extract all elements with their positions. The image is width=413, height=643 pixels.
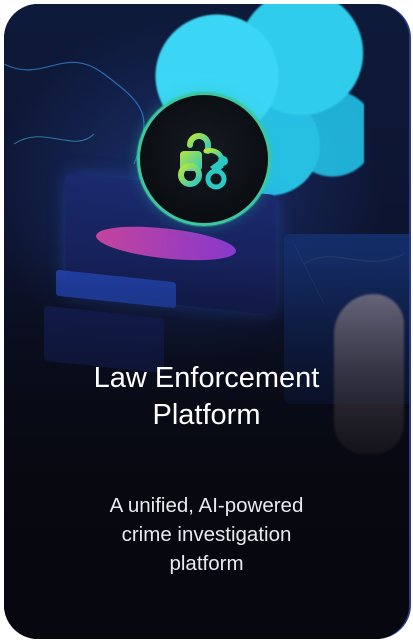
description-line-1: A unified, AI-powered <box>109 494 304 517</box>
title-line-1: Law Enforcement <box>93 362 320 394</box>
title-line-2: Platform <box>152 399 261 431</box>
law-enforcement-platform-card[interactable]: Law Enforcement Platform A unified, AI-p… <box>4 4 409 639</box>
description-line-3: platform <box>169 552 244 575</box>
card-title: Law Enforcement Platform <box>24 360 389 434</box>
icon-badge <box>137 92 271 226</box>
description-line-2: crime investigation <box>121 523 292 546</box>
handcuffs-icon <box>178 133 228 190</box>
card-description: A unified, AI-powered crime investigatio… <box>54 491 359 578</box>
